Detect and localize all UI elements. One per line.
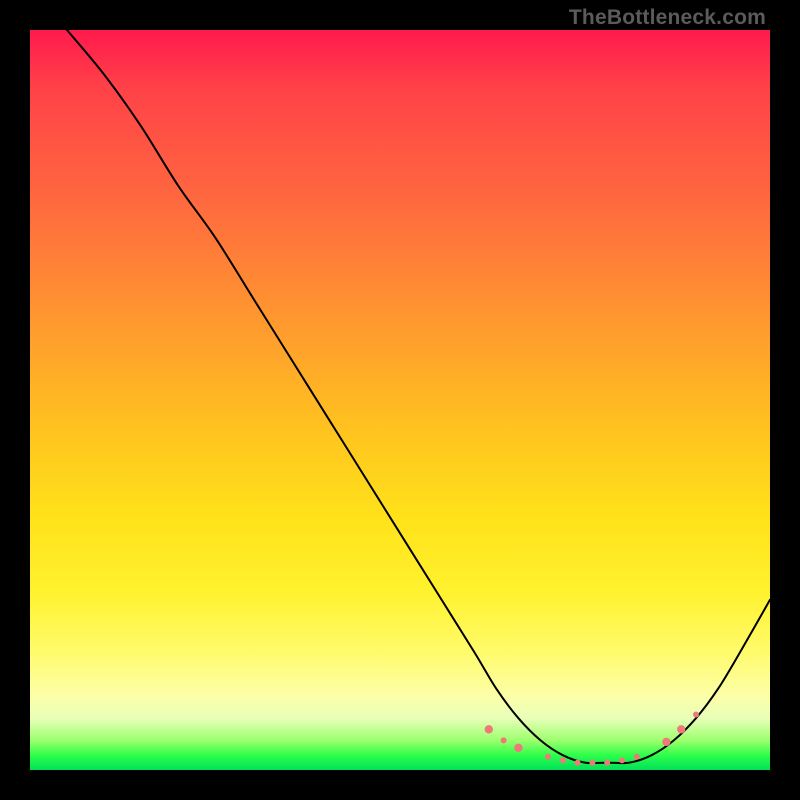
watermark-text: TheBottleneck.com bbox=[569, 6, 766, 30]
chart-svg bbox=[30, 30, 770, 770]
highlight-point bbox=[575, 760, 581, 766]
chart-frame: TheBottleneck.com bbox=[0, 0, 800, 800]
curve-layer bbox=[67, 30, 770, 763]
highlight-point bbox=[589, 760, 595, 766]
highlight-point bbox=[485, 725, 493, 733]
highlight-point bbox=[604, 760, 610, 766]
bottleneck-curve bbox=[67, 30, 770, 763]
highlight-point bbox=[560, 757, 566, 763]
highlight-point bbox=[662, 738, 670, 746]
highlight-point bbox=[677, 725, 685, 733]
highlight-points-layer bbox=[485, 712, 699, 766]
highlight-point bbox=[514, 744, 522, 752]
highlight-point bbox=[501, 737, 507, 743]
highlight-point bbox=[693, 712, 699, 718]
highlight-point bbox=[634, 754, 640, 760]
highlight-point bbox=[619, 757, 625, 763]
highlight-point bbox=[545, 754, 551, 760]
